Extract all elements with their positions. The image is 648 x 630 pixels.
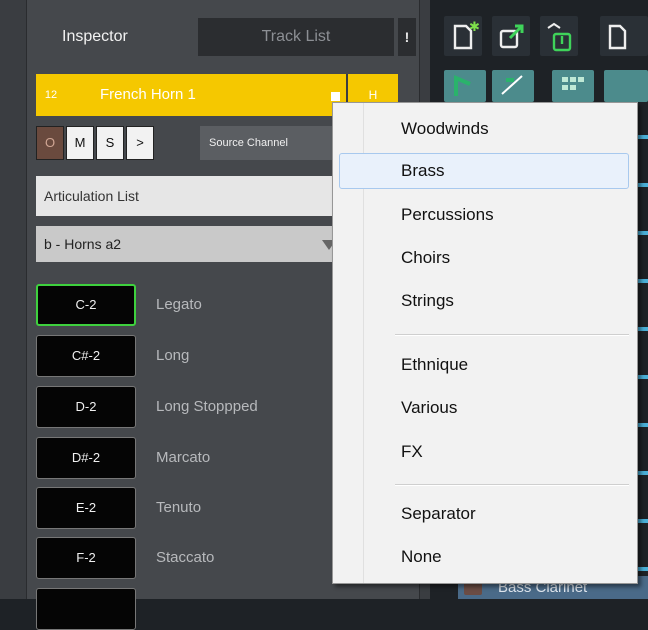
articulation-row[interactable] [36, 588, 336, 630]
articulation-key[interactable]: D-2 [36, 386, 136, 428]
solo-button[interactable]: S [96, 126, 124, 160]
link-icon[interactable] [604, 70, 648, 102]
menu-item-strings[interactable]: Strings [339, 283, 629, 319]
track-name[interactable]: French Horn 1 [100, 74, 196, 116]
articulation-label: Marcato [156, 449, 211, 466]
articulation-row[interactable]: C-2 Legato [36, 284, 336, 326]
menu-item-choirs[interactable]: Choirs [339, 240, 629, 276]
articulation-row[interactable]: F-2 Staccato [36, 537, 336, 579]
articulation-label: Staccato [156, 549, 215, 566]
articulation-row[interactable]: D-2 Long Stoppped [36, 386, 336, 428]
articulation-row[interactable]: C#-2 Long [36, 335, 336, 377]
articulation-label: Tenuto [156, 499, 202, 516]
menu-separator [395, 484, 629, 486]
wrench-icon[interactable] [492, 70, 534, 102]
menu-separator [395, 334, 629, 336]
menu-item-various[interactable]: Various [339, 390, 629, 426]
document-icon[interactable] [600, 16, 648, 56]
articulation-row[interactable]: D#-2 Marcato [36, 437, 336, 479]
track-number: 12 [44, 89, 58, 101]
articulation-list-header[interactable]: Articulation List [36, 176, 346, 216]
menu-item-woodwinds[interactable]: Woodwinds [339, 111, 629, 147]
articulation-label: Legato [156, 296, 202, 313]
svg-text:✱: ✱ [469, 20, 480, 35]
track-color-square-icon[interactable] [331, 92, 340, 101]
articulation-preset-select[interactable]: b - Horns a2 [36, 226, 346, 262]
articulation-key[interactable]: D#-2 [36, 437, 136, 479]
menu-item-separator[interactable]: Separator [339, 496, 629, 532]
new-track-icon[interactable]: ✱ [444, 16, 482, 56]
import-icon[interactable] [540, 16, 578, 56]
menu-item-percussions[interactable]: Percussions [339, 197, 629, 233]
menu-item-none[interactable]: None [339, 539, 629, 575]
mute-button[interactable]: M [66, 126, 94, 160]
menu-item-brass[interactable]: Brass [339, 153, 629, 189]
play-button[interactable]: > [126, 126, 154, 160]
articulation-key[interactable] [36, 588, 136, 630]
export-icon[interactable] [492, 16, 530, 56]
tab-inspector[interactable]: Inspector [36, 18, 196, 56]
articulation-key[interactable]: F-2 [36, 537, 136, 579]
output-button[interactable]: O [36, 126, 64, 160]
articulation-label: Long Stoppped [156, 398, 258, 415]
tab-alert[interactable]: ! [398, 18, 416, 56]
articulation-key[interactable]: E-2 [36, 487, 136, 529]
tab-track-list[interactable]: Track List [198, 18, 394, 56]
articulation-row[interactable]: E-2 Tenuto [36, 487, 336, 529]
category-context-menu: Woodwinds Brass Percussions Choirs Strin… [332, 102, 638, 584]
source-channel-field[interactable]: Source Channel [200, 126, 336, 160]
menu-item-ethnique[interactable]: Ethnique [339, 347, 629, 383]
menu-item-fx[interactable]: FX [339, 434, 629, 470]
articulation-key[interactable]: C#-2 [36, 335, 136, 377]
grid-icon[interactable] [552, 70, 594, 102]
articulation-key[interactable]: C-2 [36, 284, 136, 326]
note-icon[interactable] [444, 70, 486, 102]
articulation-label: Long [156, 347, 190, 364]
